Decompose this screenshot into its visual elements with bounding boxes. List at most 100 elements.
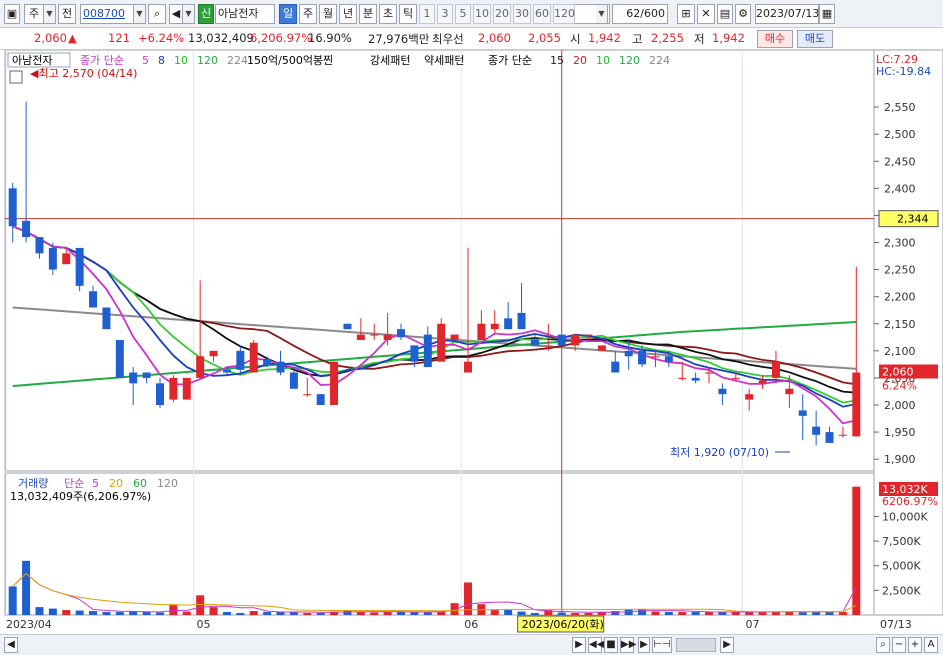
volume-bar bbox=[638, 609, 647, 615]
candle-body bbox=[517, 312, 526, 330]
price-tick-label: 1,900 bbox=[884, 453, 916, 466]
period-tab[interactable]: 월 bbox=[319, 4, 337, 24]
candle-body bbox=[303, 394, 312, 396]
date-field[interactable]: 2023/07/13 bbox=[755, 4, 819, 24]
zoom-out-icon[interactable]: − bbox=[892, 637, 906, 653]
chevron-down-icon[interactable]: ▼ bbox=[44, 4, 56, 24]
x-axis-label: 2023/04 bbox=[6, 618, 52, 631]
candle-body bbox=[758, 380, 767, 384]
window-icon[interactable]: ▣ bbox=[4, 4, 20, 24]
stock-chart[interactable]: 2,5502,5002,4502,4002,3502,3002,2502,200… bbox=[0, 49, 943, 634]
candle-body bbox=[584, 334, 593, 336]
interval-tab[interactable]: 3 bbox=[437, 4, 453, 24]
scroll-right-icon[interactable]: ▶ bbox=[720, 637, 734, 653]
chevron-down-icon[interactable]: ▼ bbox=[134, 4, 146, 24]
candle-body bbox=[62, 253, 71, 265]
interval-tab[interactable]: 5 bbox=[455, 4, 471, 24]
candle-body bbox=[450, 334, 459, 340]
volume-ma-period: 60 bbox=[133, 477, 147, 490]
gear-icon[interactable]: ⚙ bbox=[735, 4, 751, 24]
legend-ma-period: 8 bbox=[158, 54, 165, 67]
calendar-icon[interactable]: ▦ bbox=[819, 4, 835, 24]
chevron-down-icon[interactable]: ▼ bbox=[183, 4, 195, 24]
crosshair-icon[interactable]: ✕ bbox=[697, 4, 715, 24]
period-tab[interactable]: 분 bbox=[359, 4, 377, 24]
search-icon[interactable]: ⌕ bbox=[876, 637, 890, 653]
scroll-thumb[interactable] bbox=[676, 638, 716, 652]
high-price: 2,255 bbox=[651, 31, 684, 45]
candle-body bbox=[89, 291, 98, 308]
period-tab[interactable]: 초 bbox=[379, 4, 397, 24]
zoom-handle-icon[interactable]: ⊢⊣ bbox=[652, 637, 672, 653]
font-size-icon[interactable]: A bbox=[924, 637, 938, 653]
candle-body bbox=[798, 410, 807, 416]
period-tab[interactable]: 틱 bbox=[399, 4, 417, 24]
candle-body bbox=[383, 334, 392, 340]
min-annotation: 최저 1,920 (07/10) bbox=[670, 446, 769, 459]
market-select[interactable]: 주 bbox=[24, 4, 44, 24]
stock-code-input[interactable]: 008700 bbox=[80, 4, 134, 24]
candle-body bbox=[745, 394, 754, 400]
interval-tab[interactable]: 20 bbox=[493, 4, 511, 24]
candle-body bbox=[571, 334, 580, 346]
scroll-right-icon[interactable]: ▶ bbox=[638, 637, 650, 653]
period-tab[interactable]: 일 bbox=[279, 4, 297, 24]
buy-button[interactable]: 매수 bbox=[757, 30, 793, 48]
price-tick-label: 2,450 bbox=[884, 155, 916, 168]
chart-settings-icon[interactable]: ⊞ bbox=[677, 4, 695, 24]
x-axis-label: 05 bbox=[196, 618, 210, 631]
chevron-down-icon[interactable]: ▼ bbox=[596, 4, 608, 24]
stop-icon[interactable]: ■ bbox=[604, 637, 618, 653]
candle-body bbox=[557, 334, 566, 346]
open-price: 1,942 bbox=[588, 31, 621, 45]
legend-stock: 아남전자 bbox=[12, 54, 52, 67]
period-tab[interactable]: 년 bbox=[339, 4, 357, 24]
best-bid: 2,055 bbox=[528, 31, 561, 45]
price-tick-label: 2,150 bbox=[884, 318, 916, 331]
volume-bar bbox=[812, 612, 821, 615]
candle-body bbox=[182, 377, 191, 400]
play-back-icon[interactable]: ▶ bbox=[572, 637, 586, 653]
candle-body bbox=[343, 323, 352, 330]
interval-tab[interactable]: 60 bbox=[533, 4, 551, 24]
candle-body bbox=[838, 434, 847, 436]
stock-name-field[interactable]: 아남전자 bbox=[215, 4, 275, 24]
volume-bar bbox=[504, 610, 513, 615]
volume-ma-period: 20 bbox=[109, 477, 123, 490]
volume-bar bbox=[35, 607, 44, 615]
save-icon[interactable]: ▤ bbox=[717, 4, 733, 24]
volume-bar bbox=[102, 612, 111, 615]
price-tick-label: 2,550 bbox=[884, 101, 916, 114]
count-field[interactable]: 62/600 bbox=[612, 4, 668, 24]
price-tick-label: 2,200 bbox=[884, 291, 916, 304]
volume-bar bbox=[8, 586, 17, 615]
volume-bar bbox=[142, 612, 151, 615]
interval-tab[interactable]: 120 bbox=[553, 4, 575, 24]
interval-tab[interactable]: 30 bbox=[513, 4, 531, 24]
sell-button[interactable]: 매도 bbox=[797, 30, 833, 48]
forward-icon[interactable]: ▶▶ bbox=[620, 637, 636, 653]
volume-bar bbox=[517, 611, 526, 615]
low-price: 1,942 bbox=[712, 31, 745, 45]
rewind-icon[interactable]: ◀◀ bbox=[588, 637, 604, 653]
candle-body bbox=[222, 369, 231, 373]
scroll-left-icon[interactable]: ◀ bbox=[4, 637, 18, 653]
candle-body bbox=[597, 345, 606, 351]
period-tab[interactable]: 주 bbox=[299, 4, 317, 24]
volume-ratio: 6,206.97% bbox=[250, 31, 313, 45]
candle-body bbox=[731, 377, 740, 379]
interval-tab[interactable]: 1 bbox=[419, 4, 435, 24]
zoom-in-icon[interactable]: + bbox=[908, 637, 922, 653]
prev-button[interactable]: 전 bbox=[58, 4, 76, 24]
legend-ma-label: 종가 단순 bbox=[488, 54, 532, 67]
interval-tab[interactable]: 10 bbox=[473, 4, 491, 24]
low-label: 저 bbox=[694, 32, 705, 46]
volume-bar bbox=[651, 611, 660, 615]
candle-body bbox=[530, 340, 539, 346]
search-icon[interactable]: ⌕ bbox=[148, 4, 166, 24]
legend-ma-period: 10 bbox=[174, 54, 188, 67]
price-tick-label: 2,100 bbox=[884, 345, 916, 358]
candle-body bbox=[678, 377, 687, 379]
volume-bar bbox=[62, 610, 71, 615]
speaker-icon[interactable]: ◀ bbox=[169, 4, 183, 24]
